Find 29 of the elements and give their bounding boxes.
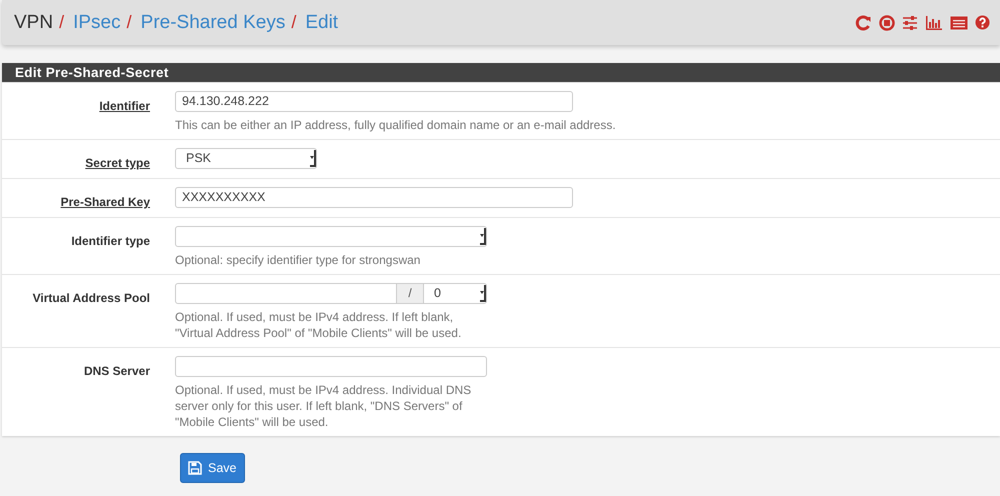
field-label: Identifier [99,99,150,113]
text-field[interactable]: XXXXXXXXXX [175,187,573,208]
breadcrumb-text: VPN [14,12,54,34]
help-text: Optional: specify identifier type for strongswan [175,252,422,268]
breadcrumb-separator: / [126,12,132,33]
breadcrumb-separator: / [59,12,64,33]
restart-icon[interactable] [855,14,872,30]
breadcrumb-separator: / [291,12,296,33]
panel-title: Edit Pre-Shared-Secret [2,63,1000,82]
help-text: This can be either an IP address, fully qualified domain name or an e-mail address. [175,117,616,133]
save-button[interactable]: Save [180,453,244,483]
field-label: Virtual Address Pool [32,291,150,305]
stop-icon[interactable] [879,14,895,30]
text-field[interactable]: 94.130.248.222 [175,91,573,112]
bar-chart-icon[interactable] [925,14,943,30]
text-field[interactable] [175,283,397,304]
field-label: Identifier type [71,234,150,248]
sliders-icon[interactable] [902,14,918,30]
text-field[interactable] [175,356,487,377]
field-label: DNS Server [84,364,150,378]
dropdown[interactable]: 0 [423,283,487,304]
input-addon: / [397,283,423,304]
help-text: Optional. If used, must be IPv4 address. Individual DNS server only for this user. If left blank, "DNS Servers" of "Mobile Clients" will be used. [175,382,472,430]
help-text: Optional. If used, must be IPv4 address. If left blank, "Virtual Address Pool" of "Mobile Clients" will be used. [175,309,462,341]
field-label: Pre-Shared Key [60,195,150,209]
dropdown[interactable]: PSK [175,148,317,169]
list-icon[interactable] [950,16,968,30]
help-icon[interactable] [975,15,990,30]
field-label: Secret type [85,156,150,170]
